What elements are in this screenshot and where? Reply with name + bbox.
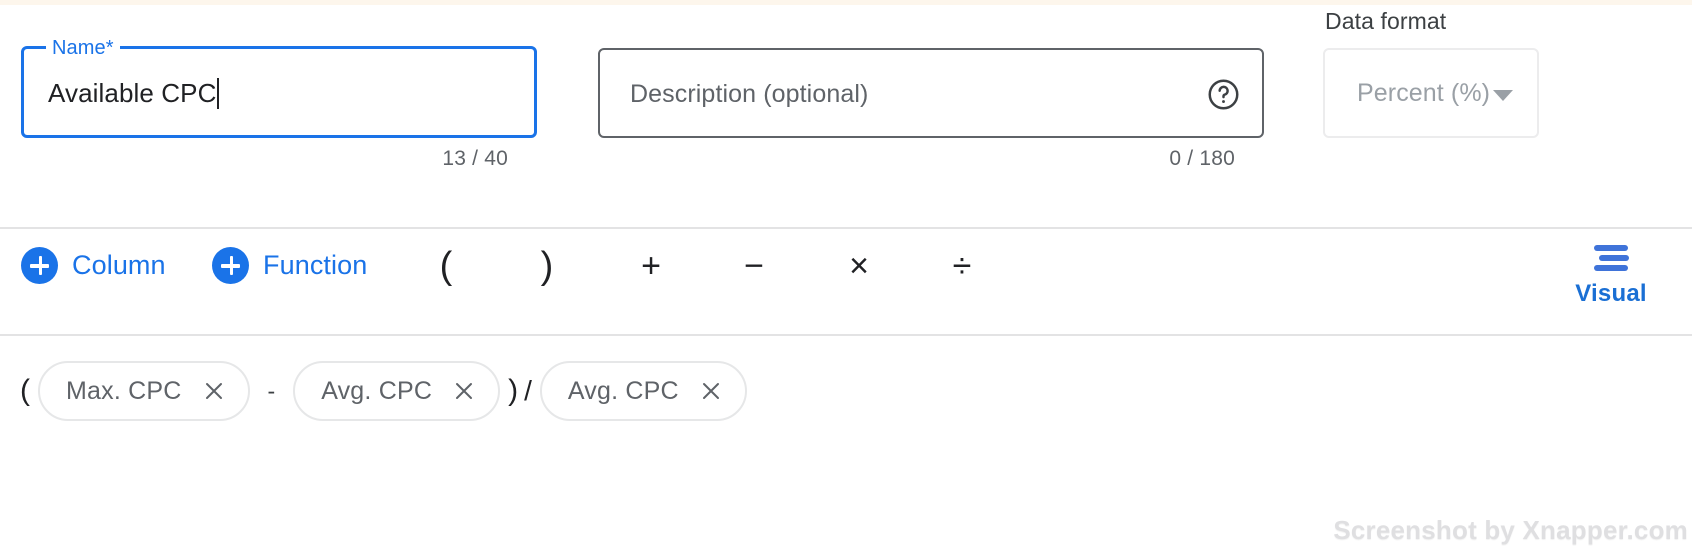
name-value-wrapper: Available CPC [48, 77, 220, 109]
name-field-label: Name* [46, 36, 120, 60]
formula-open-paren: ( [20, 374, 30, 407]
formula-operator-minus: - [267, 378, 276, 404]
plus-circle-icon [212, 247, 249, 284]
data-format-value: Percent (%) [1357, 79, 1491, 107]
chip-label: Avg. CPC [567, 376, 679, 405]
metadata-field-row: Name* Available CPC 13 / 40 Description … [0, 5, 1692, 228]
chevron-down-icon [1493, 90, 1513, 101]
add-column-label: Column [72, 250, 166, 280]
formula-chip-avg-cpc-1[interactable]: Avg. CPC [293, 361, 501, 421]
close-icon[interactable] [202, 379, 226, 403]
operator-minus-button[interactable]: − [731, 243, 777, 289]
formula-toolbar: Column Function ( ) + − × ÷ Visual [0, 229, 1692, 334]
name-char-counter: 13 / 40 [442, 147, 508, 170]
description-input[interactable]: Description (optional) [598, 48, 1264, 138]
visual-mode-toggle[interactable]: Visual [1565, 241, 1657, 308]
name-input[interactable]: Name* Available CPC [21, 36, 537, 138]
data-format-label: Data format [1325, 8, 1447, 34]
description-char-counter: 0 / 180 [1169, 147, 1235, 170]
formula-chip-max-cpc[interactable]: Max. CPC [38, 361, 250, 421]
operator-multiply-button[interactable]: × [836, 243, 882, 289]
formula-chip-avg-cpc-2[interactable]: Avg. CPC [539, 361, 747, 421]
operator-open-paren-button[interactable]: ( [423, 243, 469, 289]
operator-divide-button[interactable]: ÷ [939, 243, 985, 289]
operator-close-paren-button[interactable]: ) [524, 243, 570, 289]
add-function-label: Function [263, 250, 368, 280]
text-caret [217, 77, 220, 109]
close-icon[interactable] [699, 379, 723, 403]
description-placeholder: Description (optional) [630, 80, 869, 108]
formula-expression: ( Max. CPC - Avg. CPC ) / Avg. CPC [18, 360, 753, 422]
plus-circle-icon [21, 247, 58, 284]
add-column-button[interactable]: Column [21, 247, 166, 284]
chip-label: Avg. CPC [321, 376, 433, 405]
name-input-value: Available CPC [48, 78, 217, 108]
formula-operator-divide: / [524, 375, 532, 406]
close-icon[interactable] [452, 379, 476, 403]
chip-label: Max. CPC [66, 376, 182, 405]
operator-plus-button[interactable]: + [628, 243, 674, 289]
formula-close-paren: ) [508, 374, 519, 407]
data-format-select[interactable]: Percent (%) [1323, 48, 1539, 138]
add-function-button[interactable]: Function [212, 247, 367, 284]
watermark: Screenshot by Xnapper.com [1333, 515, 1688, 545]
help-circle-icon[interactable] [1207, 78, 1240, 111]
visual-mode-label: Visual [1575, 280, 1647, 307]
text-align-bars-icon [1565, 241, 1657, 275]
formula-editor-panel: Name* Available CPC 13 / 40 Description … [0, 0, 1692, 556]
